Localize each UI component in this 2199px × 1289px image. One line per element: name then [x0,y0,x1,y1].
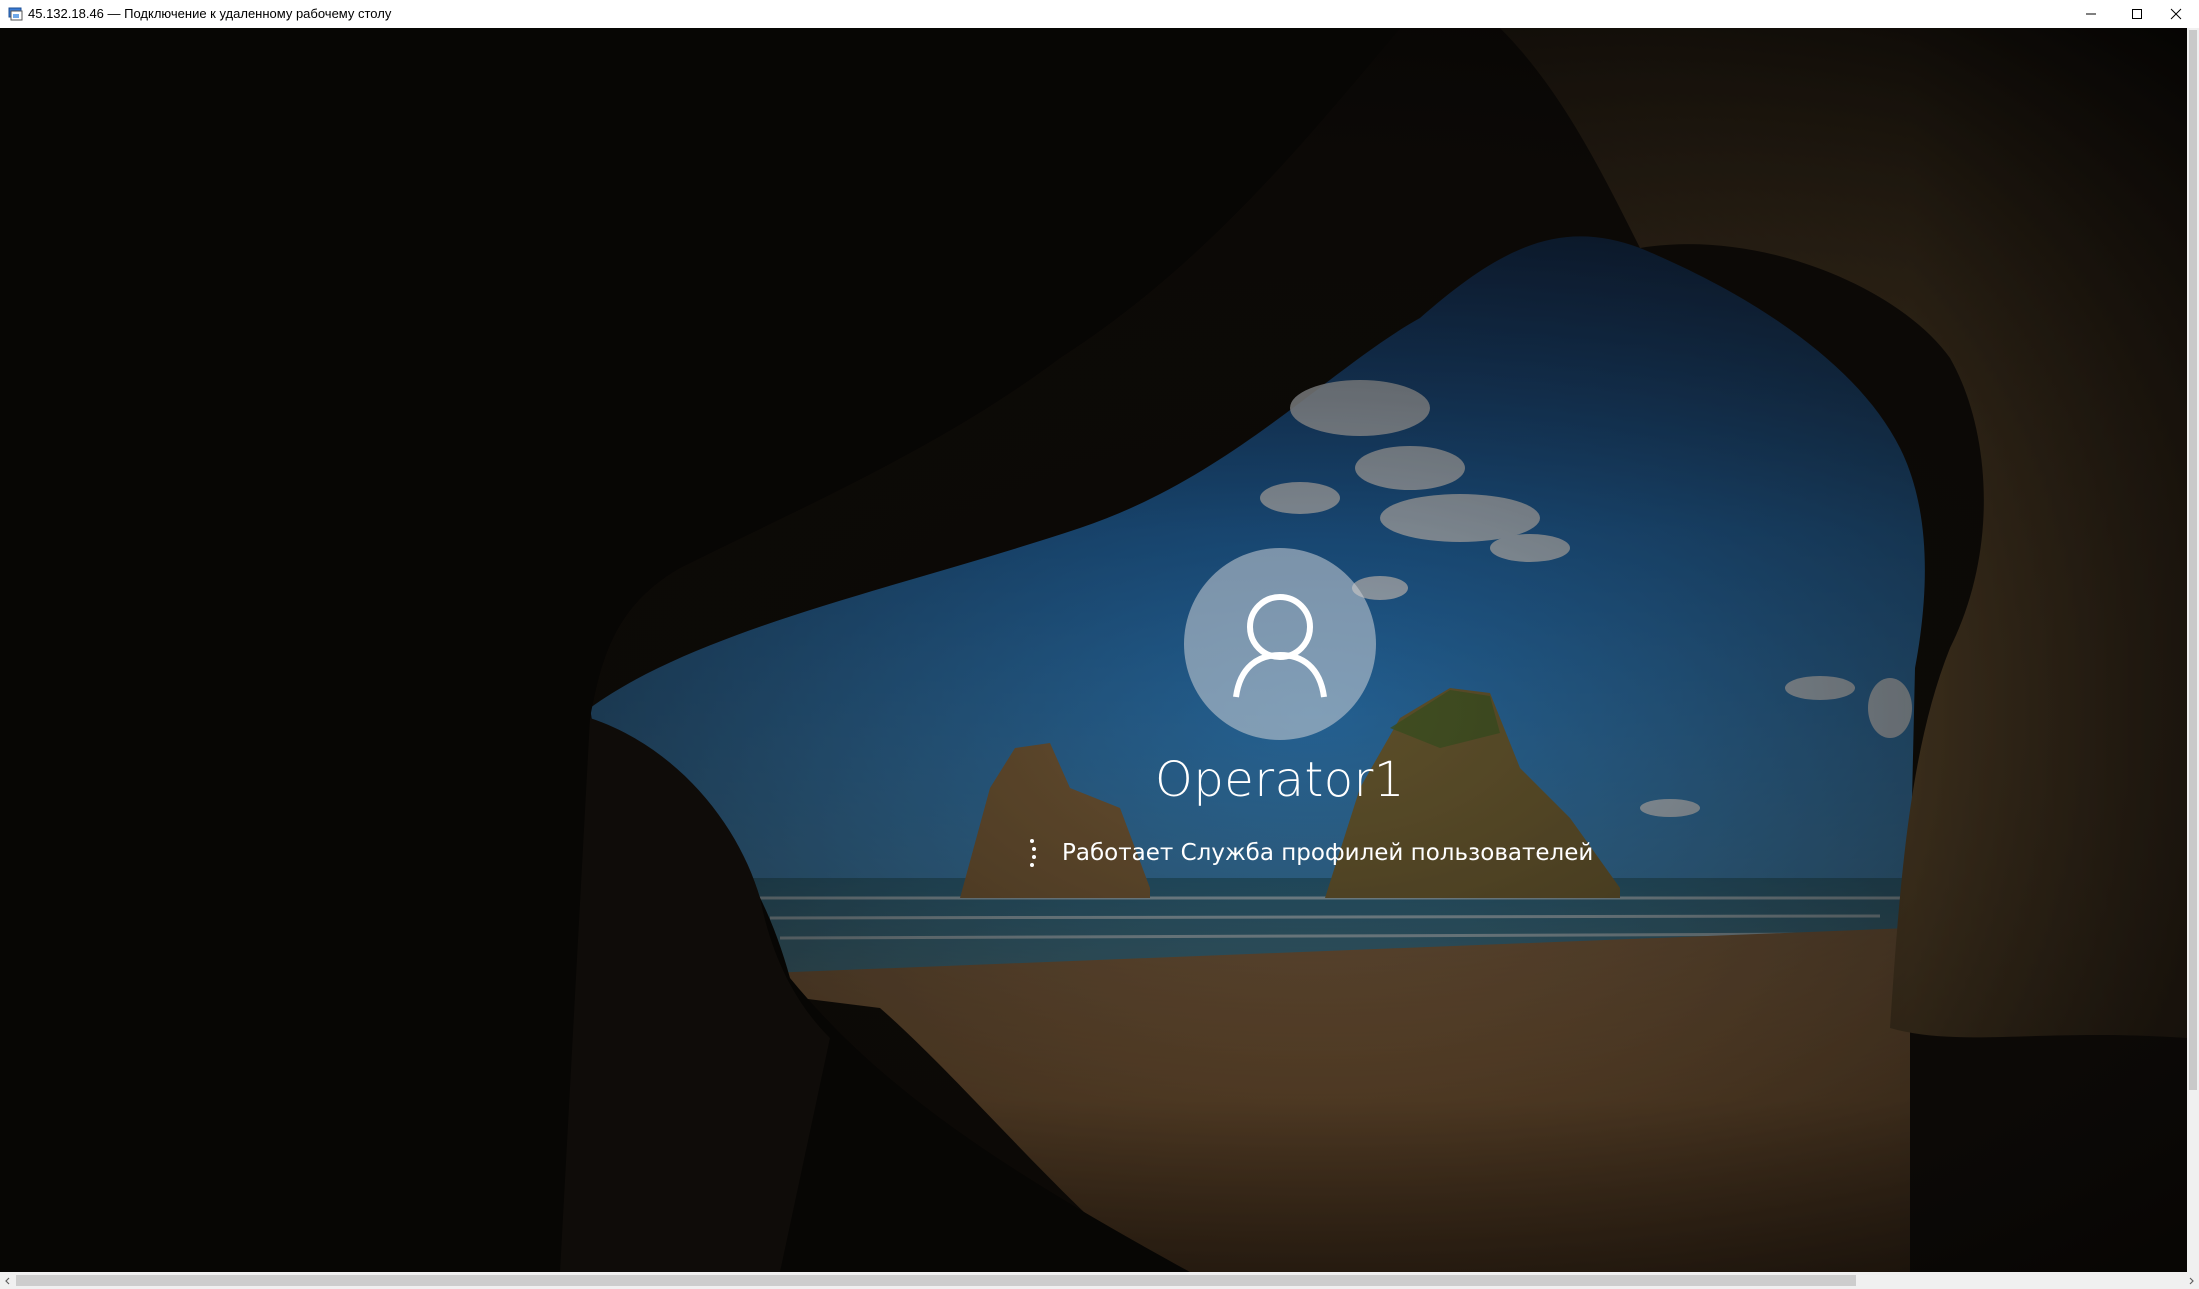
horizontal-scrollbar[interactable] [0,1272,2199,1289]
close-button[interactable] [2153,0,2199,28]
remote-desktop-viewport[interactable]: Operator1 Работает Служба профилей польз… [0,28,2187,1272]
maximize-icon [2132,9,2142,19]
scroll-right-button[interactable] [2183,1272,2199,1289]
minimize-icon [2086,13,2096,15]
user-avatar [1184,548,1376,740]
chevron-right-icon [2189,1277,2194,1284]
scroll-left-button[interactable] [0,1272,16,1289]
remote-desktop-icon [8,7,23,21]
user-avatar-icon [1233,594,1327,698]
vertical-scrollbar-thumb[interactable] [2189,30,2197,1090]
vertical-scrollbar[interactable] [2187,28,2199,1272]
loading-spinner-icon [1020,833,1044,873]
close-icon [2170,8,2182,20]
username-label: Operator1 [1155,752,1405,808]
lock-screen-wallpaper [0,28,2187,1272]
title-bar[interactable]: 45.132.18.46 — Подключение к удаленному … [0,0,2199,28]
status-row: Работает Служба профилей пользователей [1020,833,1593,873]
window-title: 45.132.18.46 — Подключение к удаленному … [28,6,392,21]
horizontal-scrollbar-thumb[interactable] [16,1275,1856,1286]
status-message: Работает Служба профилей пользователей [1062,840,1594,866]
chevron-left-icon [5,1277,10,1284]
minimize-button[interactable] [2068,0,2114,28]
